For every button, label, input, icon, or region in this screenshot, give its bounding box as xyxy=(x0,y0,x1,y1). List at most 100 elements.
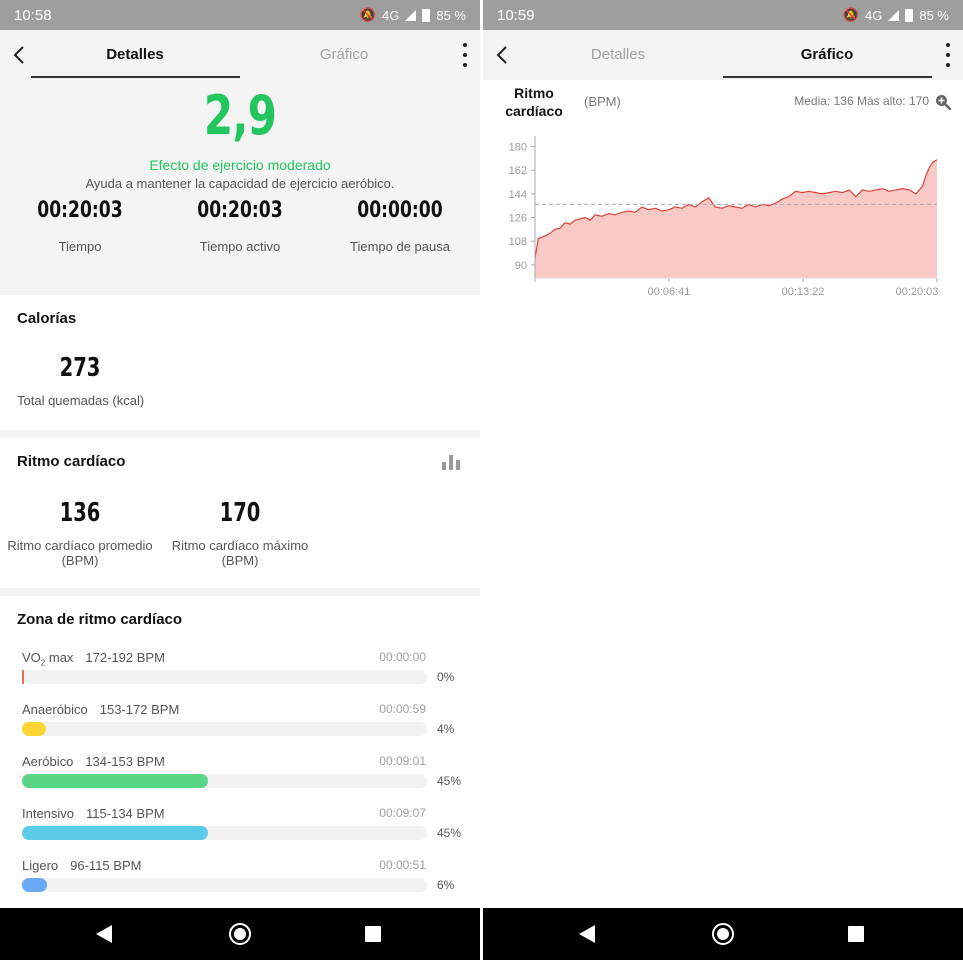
zone-range: 153-172 BPM xyxy=(99,702,180,717)
max-heart-rate-label: Ritmo cardíaco máximo xyxy=(171,538,309,553)
more-options-icon[interactable] xyxy=(460,43,470,67)
y-tick-label: 126 xyxy=(509,213,527,225)
avg-heart-rate-unit: (BPM) xyxy=(61,553,99,568)
training-effect-description: Ayuda a mantener la capacidad de ejercic… xyxy=(85,176,395,191)
more-options-icon[interactable] xyxy=(943,43,953,67)
time-pause: 00:00:00 Tiempo de pausa xyxy=(320,198,480,254)
back-button[interactable] xyxy=(487,40,517,70)
nav-recents-icon[interactable] xyxy=(848,926,864,942)
chart-title: Ritmo cardíaco xyxy=(499,84,569,120)
workout-summary: 2,9 Efecto de ejercicio moderado Ayuda a… xyxy=(0,80,480,295)
time-pause-value: 00:00:00 xyxy=(357,198,443,223)
battery-icon xyxy=(422,8,431,22)
zone-name: Intensivo xyxy=(22,806,75,821)
signal-icon xyxy=(888,9,900,21)
nav-back-icon[interactable] xyxy=(96,925,112,943)
details-screen: 10:58 🔕 4G 85 % Detalles Gráfico 2,9 Efe… xyxy=(0,0,480,960)
nav-bar xyxy=(483,908,963,960)
nav-home-icon[interactable] xyxy=(229,923,251,945)
zone-row: Intensivo 115-134 BPM 00:09:07 45% xyxy=(0,806,480,858)
zone-name: Aeróbico xyxy=(22,754,74,769)
heart-rate-zones-card: Zona de ritmo cardíaco VO2 max 172-192 BP… xyxy=(0,596,480,908)
zone-range: 134-153 BPM xyxy=(85,754,165,769)
zone-progress-fill xyxy=(22,670,24,684)
time-active: 00:20:03 Tiempo activo xyxy=(160,198,320,254)
tab-chart[interactable]: Gráfico xyxy=(269,46,419,63)
zone-time: 00:00:59 xyxy=(379,702,426,716)
app-bar: Detalles Gráfico xyxy=(0,30,480,80)
chart-stats: Media: 136 Más alto: 170 xyxy=(794,94,929,108)
app-bar: Detalles Gráfico xyxy=(483,30,963,80)
chart-title-line1: Ritmo xyxy=(514,85,554,101)
zone-percent: 6% xyxy=(437,878,455,892)
status-bar: 10:58 🔕 4G 85 % xyxy=(0,0,480,30)
training-effect-label: Efecto de ejercicio moderado xyxy=(149,157,331,173)
zone-progress-track xyxy=(22,722,427,736)
zone-percent: 45% xyxy=(437,774,462,788)
back-button[interactable] xyxy=(4,40,34,70)
y-tick-label: 180 xyxy=(509,142,527,154)
zone-progress-fill xyxy=(22,722,46,736)
bar-chart-icon[interactable] xyxy=(442,454,460,470)
zone-progress-track xyxy=(22,878,427,892)
max-heart-rate-unit: (BPM) xyxy=(221,553,259,568)
training-effect-score: 2,9 xyxy=(203,84,277,147)
zone-progress-fill xyxy=(22,774,208,788)
heart-rate-card: Ritmo cardíaco 136 Ritmo cardíaco promed… xyxy=(0,438,480,588)
nav-back-icon[interactable] xyxy=(579,925,595,943)
zone-name: VO xyxy=(22,650,41,665)
zone-row: Anaeróbico 153-172 BPM 00:00:59 4% xyxy=(0,702,480,754)
tab-details[interactable]: Detalles xyxy=(60,46,210,63)
zone-name: Ligero xyxy=(22,858,59,873)
back-arrow-icon xyxy=(13,46,24,64)
battery-level: 85 % xyxy=(919,7,949,23)
tab-chart[interactable]: Gráfico xyxy=(752,46,902,63)
zone-progress-track xyxy=(22,670,427,684)
battery-icon xyxy=(905,8,914,22)
status-time: 10:59 xyxy=(497,7,535,24)
time-active-label: Tiempo activo xyxy=(199,239,281,254)
zone-name: Anaeróbico xyxy=(22,702,88,717)
tab-indicator xyxy=(723,76,932,78)
zone-label: Anaeróbico 153-172 BPM xyxy=(22,702,179,717)
max-heart-rate-value: 170 xyxy=(219,498,261,528)
tab-details[interactable]: Detalles xyxy=(543,46,693,63)
network-type: 4G xyxy=(865,7,883,23)
avg-heart-rate-value: 136 xyxy=(59,498,101,528)
y-tick-label: 144 xyxy=(509,189,527,201)
calories-stat: 273 xyxy=(17,353,143,383)
chart-unit: (BPM) xyxy=(584,94,621,109)
calories-card: Calorías 273 Total quemadas (kcal) xyxy=(0,295,480,430)
zone-percent: 0% xyxy=(437,670,455,684)
zoom-in-icon[interactable] xyxy=(935,94,951,110)
tab-indicator xyxy=(31,76,240,78)
calories-value: 273 xyxy=(59,353,101,383)
zone-progress-track xyxy=(22,826,427,840)
zone-row: VO2 max 172-192 BPM 00:00:00 0% xyxy=(0,650,480,702)
section-divider xyxy=(0,588,480,596)
chart-title-line2: cardíaco xyxy=(505,103,563,119)
back-arrow-icon xyxy=(496,46,507,64)
chart-screen: 10:59 🔕 4G 85 % Detalles Gráfico Ritmo c… xyxy=(483,0,963,960)
x-tick-label: 00:13:22 xyxy=(782,286,825,298)
zone-range: 172-192 BPM xyxy=(85,650,165,665)
time-active-value: 00:20:03 xyxy=(197,198,283,223)
avg-heart-rate-label: Ritmo cardíaco promedio xyxy=(7,538,153,553)
y-tick-label: 90 xyxy=(515,260,527,272)
zone-time: 00:09:01 xyxy=(379,754,426,768)
calories-title: Calorías xyxy=(17,310,77,327)
zone-time: 00:00:51 xyxy=(379,858,426,872)
zone-progress-fill xyxy=(22,878,47,892)
zone-time: 00:09:07 xyxy=(379,806,426,820)
zone-range: 115-134 BPM xyxy=(86,806,165,821)
time-pause-label: Tiempo de pausa xyxy=(350,239,450,254)
zone-label: Ligero 96-115 BPM xyxy=(22,858,141,873)
x-tick-label: 00:06:41 xyxy=(648,286,691,298)
nav-recents-icon[interactable] xyxy=(365,926,381,942)
mute-icon: 🔕 xyxy=(842,7,860,22)
time-total-value: 00:20:03 xyxy=(37,198,123,223)
zone-row: Aeróbico 134-153 BPM 00:09:01 45% xyxy=(0,754,480,806)
zone-time: 00:00:00 xyxy=(379,650,426,664)
zone-percent: 45% xyxy=(437,826,462,840)
nav-home-icon[interactable] xyxy=(712,923,734,945)
